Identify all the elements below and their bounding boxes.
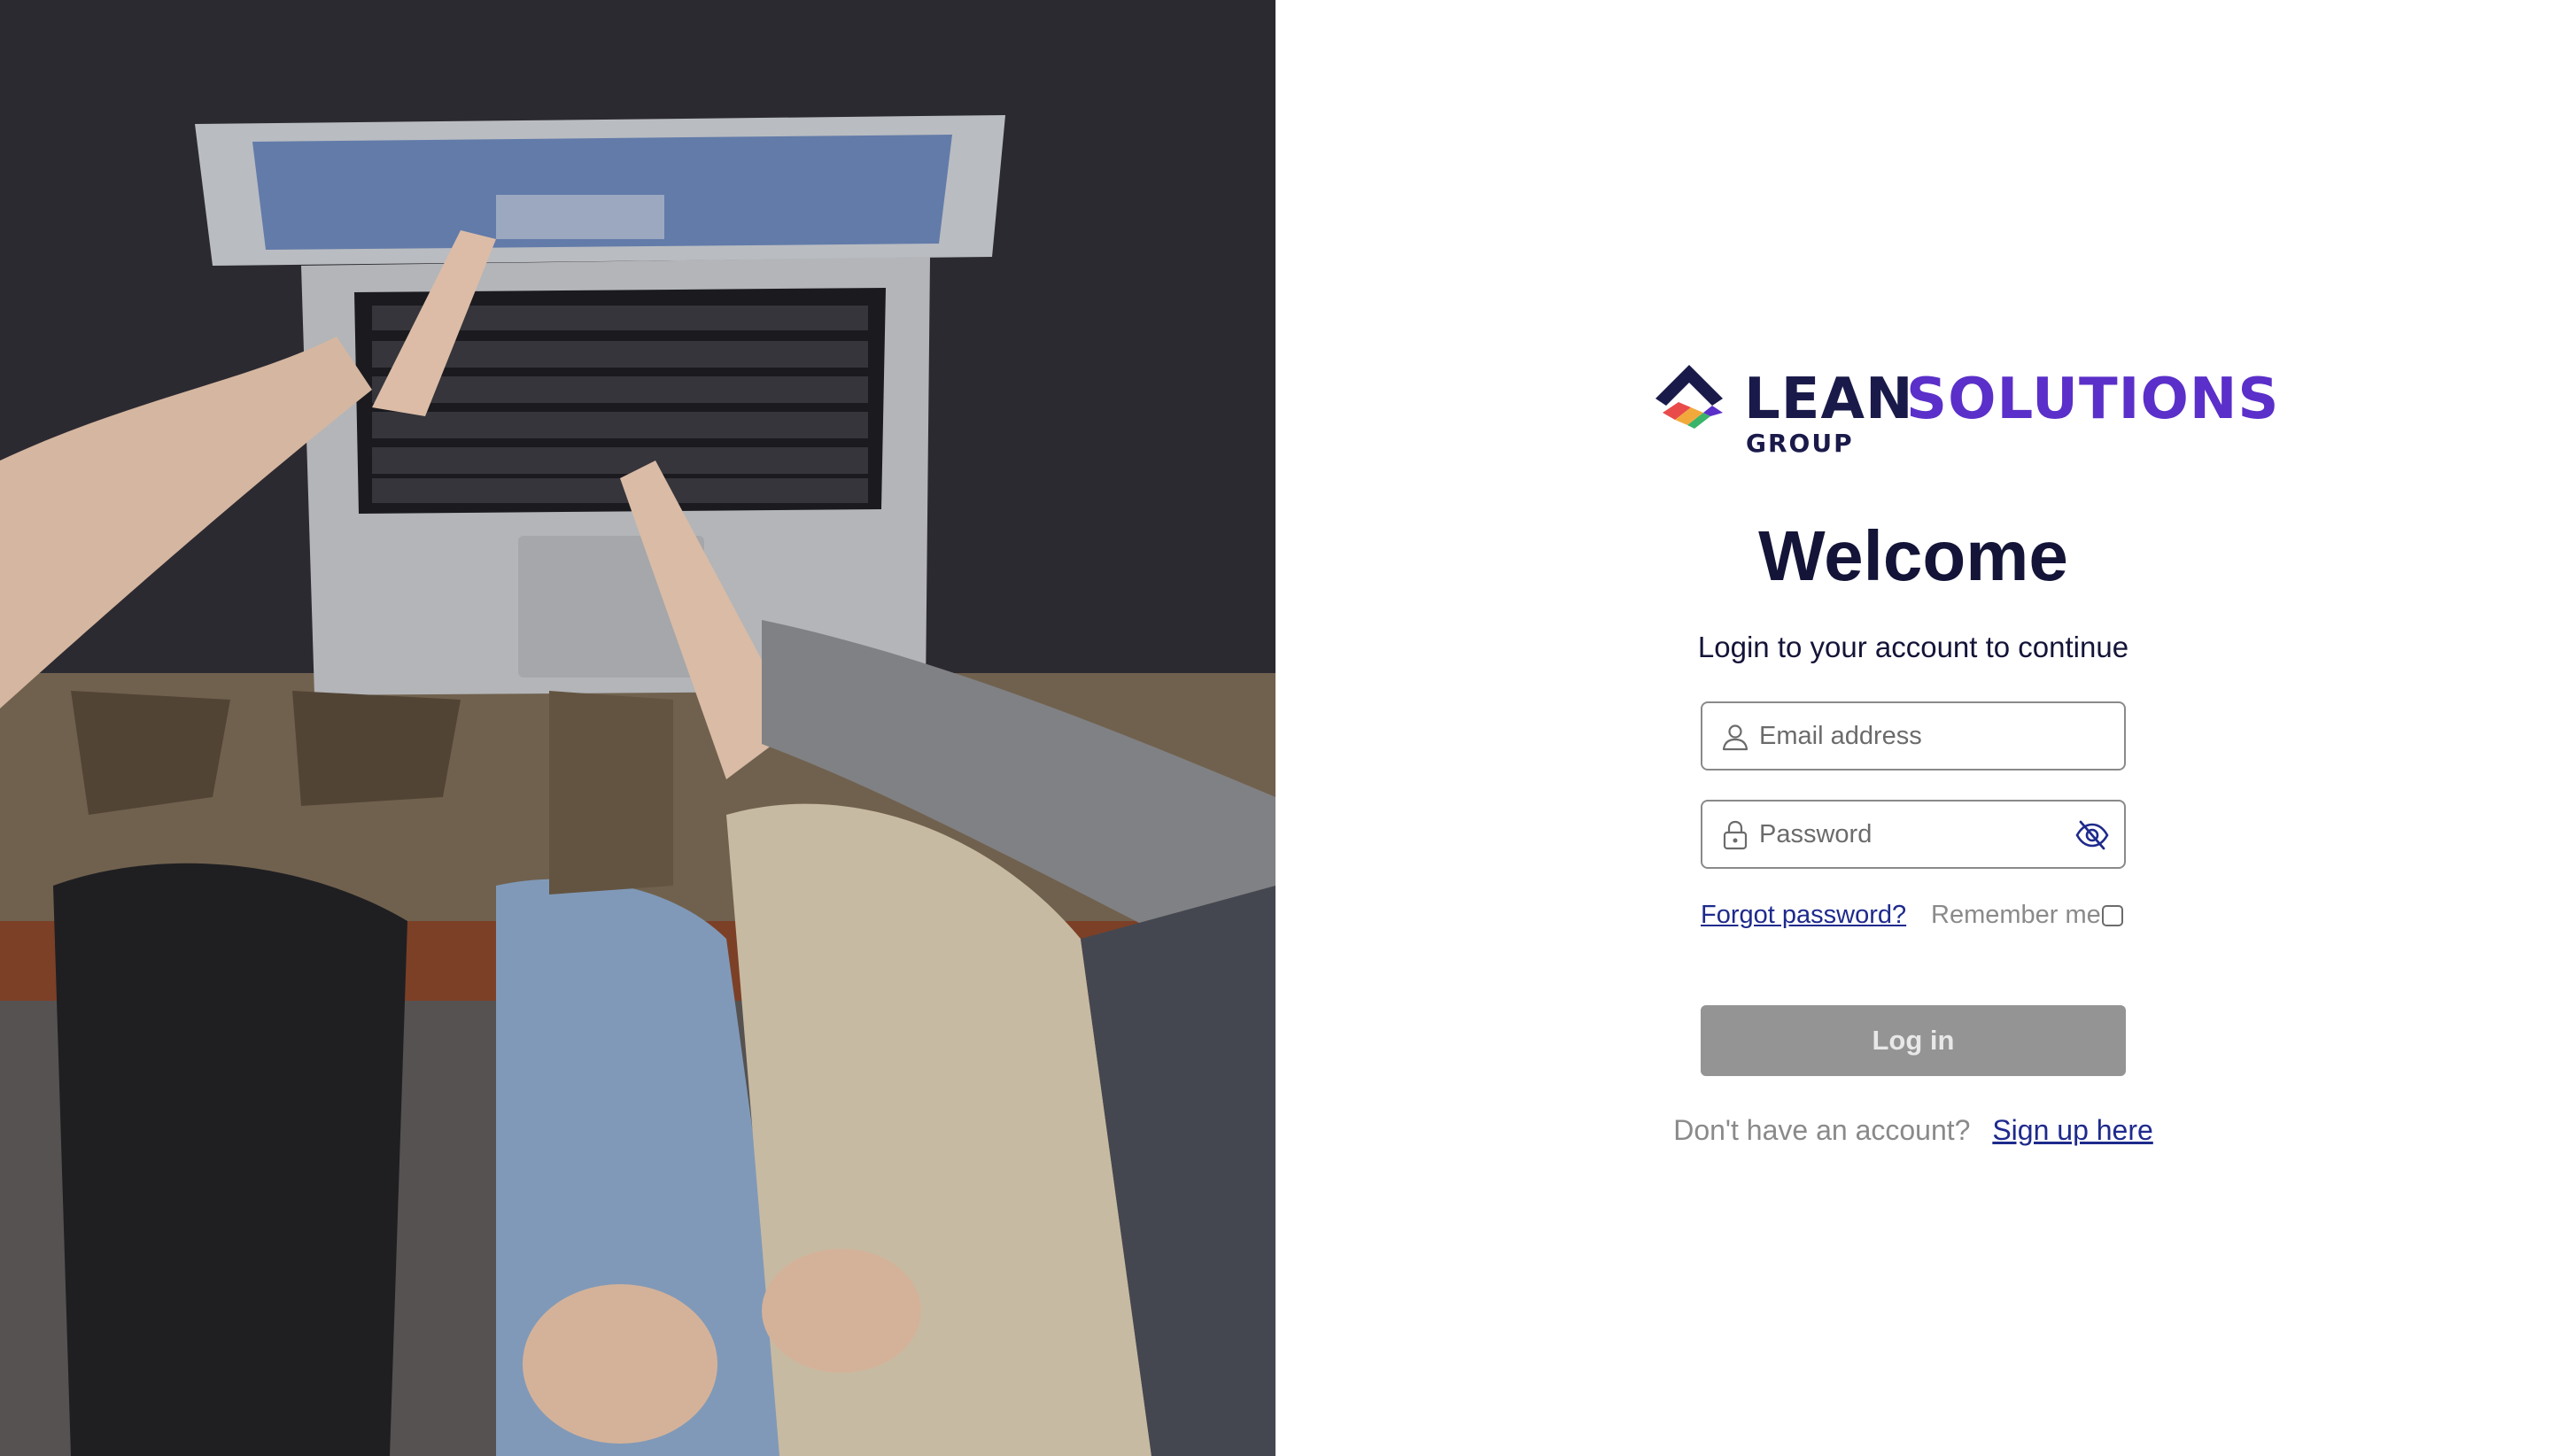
lock-icon	[1723, 820, 1748, 850]
login-panel: LEAN SOLUTIONS GROUP Welcome Login to yo…	[1276, 0, 2551, 1456]
login-button[interactable]: Log in	[1701, 1005, 2126, 1076]
signup-prompt: Don't have an account?	[1673, 1114, 1971, 1146]
people-using-laptop-photo	[0, 0, 1276, 1456]
brand-logo: LEAN SOLUTIONS GROUP	[1655, 361, 2279, 468]
signup-link[interactable]: Sign up here	[1992, 1114, 2152, 1146]
login-page: LEAN SOLUTIONS GROUP Welcome Login to yo…	[0, 0, 2551, 1456]
house-roof-logo-icon	[1655, 365, 1723, 429]
remember-me-checkbox[interactable]	[2102, 905, 2123, 926]
password-input[interactable]	[1759, 802, 2060, 867]
page-subtitle: Login to your account to continue	[1697, 631, 2129, 663]
page-title: Welcome	[1758, 516, 2068, 595]
logo-text-lean: LEAN	[1744, 367, 1914, 432]
forgot-password-link[interactable]: Forgot password?	[1701, 901, 1906, 930]
remember-me-label: Remember me	[1931, 901, 2101, 929]
password-field[interactable]	[1701, 800, 2126, 869]
eye-off-icon[interactable]	[2074, 817, 2110, 853]
logo-text-group: GROUP	[1746, 429, 1854, 458]
logo-text-solutions: SOLUTIONS	[1906, 367, 2280, 432]
signup-row: Don't have an account? Sign up here	[1276, 1114, 2551, 1147]
email-input[interactable]	[1759, 703, 2060, 769]
user-icon	[1722, 724, 1748, 751]
email-field[interactable]	[1701, 701, 2126, 771]
hero-photo	[0, 0, 1276, 1456]
